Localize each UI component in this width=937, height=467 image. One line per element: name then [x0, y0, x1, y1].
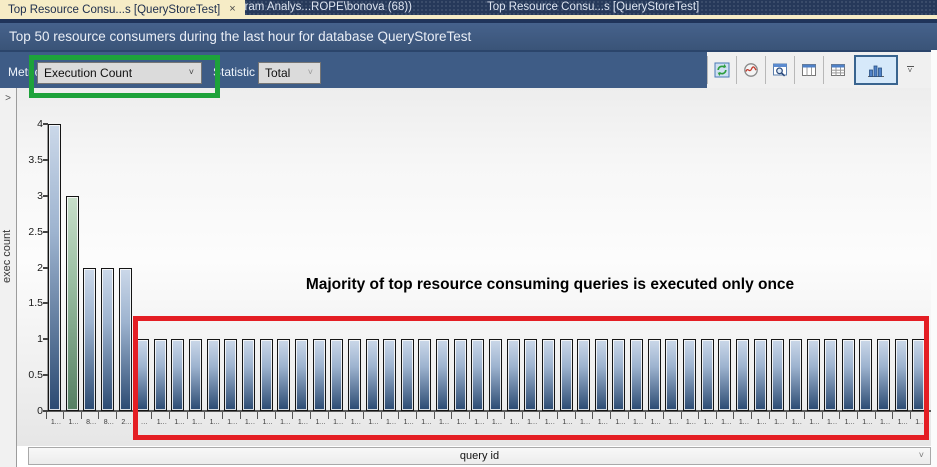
y-tick-label: 3: [19, 190, 43, 202]
y-tick-label: 1: [19, 333, 43, 345]
chart-view-button[interactable]: [854, 55, 898, 85]
y-tick-label: 0.5: [19, 369, 43, 381]
annotation-text: Majority of top resource consuming queri…: [260, 276, 840, 294]
statistic-dropdown[interactable]: Total ˅: [258, 62, 321, 84]
chevron-down-icon: ˅: [908, 68, 913, 74]
y-tick-label: 2.5: [19, 226, 43, 238]
page-title: Top 50 resource consumers during the las…: [9, 29, 471, 44]
y-tick-label: 0: [19, 405, 43, 417]
close-icon[interactable]: ×: [229, 4, 235, 15]
x-axis-selector[interactable]: query id ˅: [28, 447, 931, 465]
view-query-text-icon: [772, 62, 788, 78]
bar-chart-icon: [867, 62, 885, 78]
refresh-button[interactable]: [708, 52, 736, 88]
green-highlight-annotation: [29, 55, 220, 98]
toolbar: Metric Execution Count ˅ Statistic Total…: [0, 50, 937, 88]
refresh-icon: [714, 62, 730, 78]
x-tick-mark: [63, 412, 64, 419]
track-query-icon: [743, 62, 759, 78]
tab-label: Top Resource Consu...s [QueryStoreTest]: [487, 1, 699, 13]
statistic-value: Total: [265, 66, 290, 80]
grid-icon: [830, 62, 846, 78]
y-axis-title: exec count: [1, 200, 16, 312]
view-query-text-button[interactable]: [766, 52, 794, 88]
bar[interactable]: [83, 268, 96, 412]
bar[interactable]: [119, 268, 132, 412]
y-tick-label: 2: [19, 262, 43, 274]
y-tick-label: 1.5: [19, 297, 43, 309]
x-tick-mark: [46, 412, 47, 419]
tab-top-resource-consumers-2[interactable]: Top Resource Consu...s [QueryStoreTest]: [487, 0, 699, 15]
right-margin: [931, 50, 937, 467]
expand-chevron-icon[interactable]: >: [5, 93, 11, 104]
y-tick-label: 3.5: [19, 154, 43, 166]
x-axis-label: query id: [460, 450, 499, 462]
y-tick-label: 4: [19, 118, 43, 130]
x-tick-mark: [98, 412, 99, 419]
chevron-down-icon: ˅: [308, 67, 313, 77]
bar[interactable]: [101, 268, 114, 412]
grid-details-icon: [801, 62, 817, 78]
x-tick-mark: [116, 412, 117, 419]
chart-area: Majority of top resource consuming queri…: [17, 88, 931, 446]
red-highlight-annotation: [133, 316, 929, 440]
bar[interactable]: [48, 124, 61, 411]
toolbar-button-group: ˅: [707, 52, 931, 88]
bar-selected[interactable]: [66, 196, 79, 411]
x-tick-mark: [81, 412, 82, 419]
grid-button[interactable]: [824, 52, 852, 88]
toolbar-overflow-button[interactable]: ˅: [900, 52, 920, 88]
tab-label: Top Resource Consu...s [QueryStoreTest]: [8, 4, 220, 16]
track-query-button[interactable]: [737, 52, 765, 88]
grid-details-button[interactable]: [795, 52, 823, 88]
tab-top-resource-consumers-1[interactable]: Top Resource Consu...s [QueryStoreTest] …: [0, 0, 245, 19]
chevron-down-icon: ˅: [919, 450, 924, 460]
report-title-bar: Top 50 resource consumers during the las…: [0, 19, 937, 50]
